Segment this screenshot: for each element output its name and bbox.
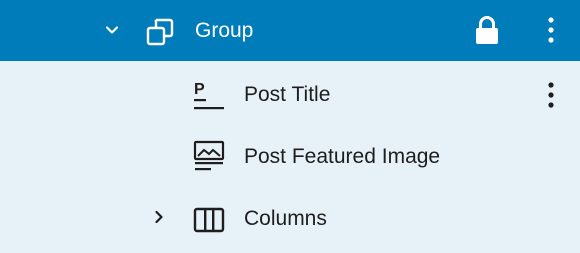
group-block-icon bbox=[144, 16, 176, 48]
more-options-icon[interactable] bbox=[540, 79, 562, 111]
post-featured-image-icon bbox=[192, 139, 226, 173]
post-title-icon: P bbox=[192, 79, 226, 113]
svg-text:P: P bbox=[194, 81, 205, 98]
columns-label: Columns bbox=[244, 207, 327, 230]
lock-icon[interactable] bbox=[474, 15, 500, 45]
columns-icon bbox=[192, 203, 226, 237]
post-featured-image-label: Post Featured Image bbox=[244, 145, 441, 168]
chevron-right-icon[interactable] bbox=[150, 208, 168, 226]
post-title-label: Post Title bbox=[244, 83, 331, 106]
chevron-down-icon[interactable] bbox=[103, 21, 121, 39]
list-view-row-columns[interactable]: Columns bbox=[0, 188, 580, 250]
more-options-icon[interactable] bbox=[540, 14, 562, 46]
group-label: Group bbox=[195, 19, 254, 42]
list-view-tree: Group P Post Title Post Featured Image C… bbox=[0, 0, 580, 253]
list-view-row-post-title[interactable]: P Post Title bbox=[0, 64, 580, 126]
list-view-row-group[interactable]: Group bbox=[0, 0, 580, 61]
list-view-row-post-featured-image[interactable]: Post Featured Image bbox=[0, 126, 580, 188]
